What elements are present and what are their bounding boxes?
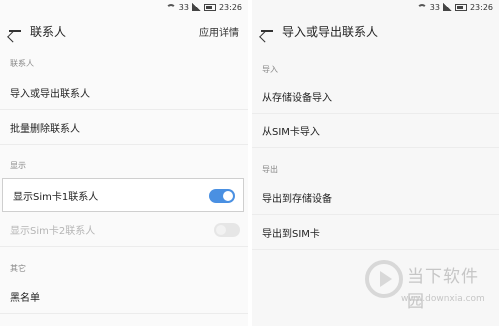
blacklist-item[interactable]: 黑名单 xyxy=(0,280,248,314)
page-title: 导入或导出联系人 xyxy=(282,24,379,39)
status-bar: 33 23:26 xyxy=(416,0,493,14)
show-sim2-toggle xyxy=(214,223,240,237)
watermark: 当下软件园 www.downxia.com xyxy=(303,260,493,320)
section-import: 导入 xyxy=(262,65,278,74)
watermark-logo-icon xyxy=(365,260,403,298)
section-other: 其它 xyxy=(10,264,26,273)
item-label: 导出到存储设备 xyxy=(262,194,332,205)
watermark-url: www.downxia.com xyxy=(401,294,485,304)
import-from-storage-item[interactable]: 从存储设备导入 xyxy=(252,80,499,114)
signal-text: 33 xyxy=(429,2,440,12)
item-label: 批量删除联系人 xyxy=(10,124,80,135)
export-to-storage-item[interactable]: 导出到存储设备 xyxy=(252,181,499,215)
wifi-icon xyxy=(165,3,176,11)
status-time: 23:26 xyxy=(469,2,493,12)
status-time: 23:26 xyxy=(218,2,242,12)
import-from-sim-item[interactable]: 从SIM卡导入 xyxy=(252,114,499,148)
watermark-name: 当下软件园 xyxy=(407,267,479,312)
battery-icon xyxy=(203,3,216,11)
app-bar: 联系人 应用详情 xyxy=(0,18,248,44)
status-bar: 33 23:26 xyxy=(165,0,242,14)
item-label: 显示Sim卡2联系人 xyxy=(10,226,96,237)
item-label: 显示Sim卡1联系人 xyxy=(13,191,99,203)
batch-delete-contacts-item[interactable]: 批量删除联系人 xyxy=(0,111,248,145)
app-bar: 导入或导出联系人 xyxy=(252,18,499,44)
back-arrow-icon[interactable] xyxy=(260,24,274,38)
import-export-screen: 33 23:26 导入或导出联系人 导入 从存储设备导入 从SIM卡导入 导出 … xyxy=(252,0,499,326)
item-label: 从存储设备导入 xyxy=(262,93,332,104)
contacts-settings-screen: 33 23:26 联系人 应用详情 联系人 导入或导出联系人 批量删除联系人 显… xyxy=(0,0,248,326)
item-label: 黑名单 xyxy=(10,293,40,304)
back-arrow-icon[interactable] xyxy=(8,24,22,38)
section-display: 显示 xyxy=(10,161,26,170)
section-contacts: 联系人 xyxy=(10,59,34,68)
wifi-icon xyxy=(416,3,427,11)
signal-icon xyxy=(191,3,201,11)
item-label: 导出到SIM卡 xyxy=(262,229,320,240)
item-label: 从SIM卡导入 xyxy=(262,127,320,138)
signal-icon xyxy=(442,3,452,11)
show-sim1-contacts-item[interactable]: 显示Sim卡1联系人 xyxy=(2,178,244,212)
export-to-sim-item[interactable]: 导出到SIM卡 xyxy=(252,216,499,250)
show-sim2-contacts-item: 显示Sim卡2联系人 xyxy=(0,213,248,247)
import-export-contacts-item[interactable]: 导入或导出联系人 xyxy=(0,76,248,110)
section-export: 导出 xyxy=(262,165,278,174)
show-sim1-toggle[interactable] xyxy=(209,189,235,203)
page-title: 联系人 xyxy=(30,24,67,39)
battery-icon xyxy=(454,3,467,11)
item-label: 导入或导出联系人 xyxy=(10,89,90,100)
app-details-link[interactable]: 应用详情 xyxy=(199,24,239,39)
signal-text: 33 xyxy=(178,2,189,12)
